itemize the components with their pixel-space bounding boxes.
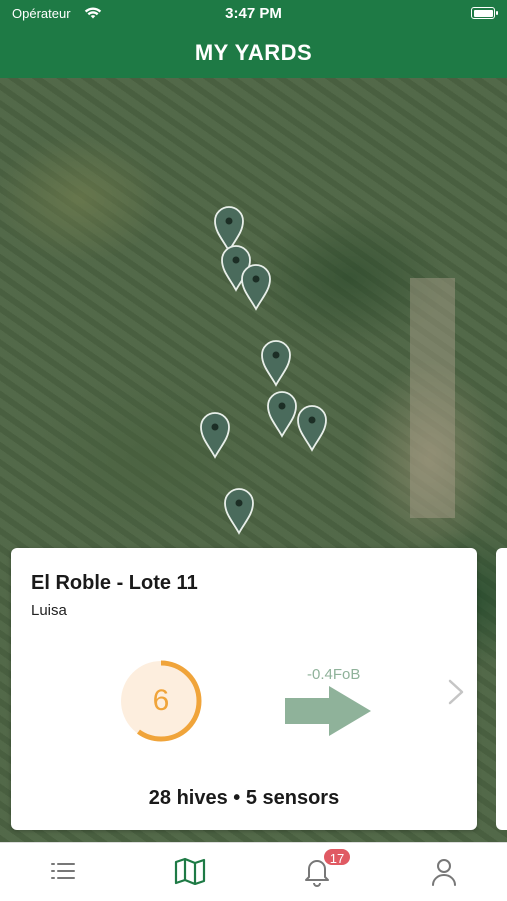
- map-pin-icon[interactable]: [224, 488, 254, 535]
- trend-label: -0.4FoB: [307, 666, 361, 683]
- yard-summary: 28 hives • 5 sensors: [148, 787, 340, 809]
- map-pin-icon[interactable]: [297, 405, 327, 452]
- page-title: MY YARDS: [194, 40, 313, 65]
- map-pin-icon[interactable]: [241, 264, 271, 311]
- map-pin-icon[interactable]: [267, 391, 297, 438]
- tab-notifications[interactable]: [254, 843, 380, 901]
- tab-list[interactable]: [0, 843, 126, 901]
- map-pin-icon[interactable]: [200, 412, 230, 459]
- tab-profile[interactable]: [381, 843, 507, 901]
- yard-owner: Luisa: [31, 602, 67, 619]
- notification-badge: 17: [322, 847, 352, 867]
- map-icon: [174, 857, 206, 885]
- yard-name: El Roble - Lote 11: [31, 572, 198, 594]
- tab-map[interactable]: [127, 843, 253, 901]
- next-yard-card[interactable]: [496, 548, 507, 830]
- yard-card[interactable]: El Roble - Lote 11 Luisa 6 -0.4FoB 28 hi…: [11, 548, 477, 830]
- map-pin-icon[interactable]: [214, 206, 244, 253]
- map-pin-icon[interactable]: [261, 340, 291, 387]
- status-bar: Opérateur 3:47 PM: [0, 0, 507, 28]
- navigation-bar: MY YARDS: [0, 28, 507, 78]
- chevron-right-icon[interactable]: [447, 678, 465, 706]
- battery-icon: [471, 7, 498, 19]
- status-time: 3:47 PM: [225, 5, 282, 22]
- list-icon: [51, 863, 75, 879]
- user-icon: [432, 859, 456, 886]
- tab-bar: 17: [0, 842, 507, 901]
- trend-arrow-icon: [285, 686, 371, 736]
- score-value: 6: [152, 684, 170, 717]
